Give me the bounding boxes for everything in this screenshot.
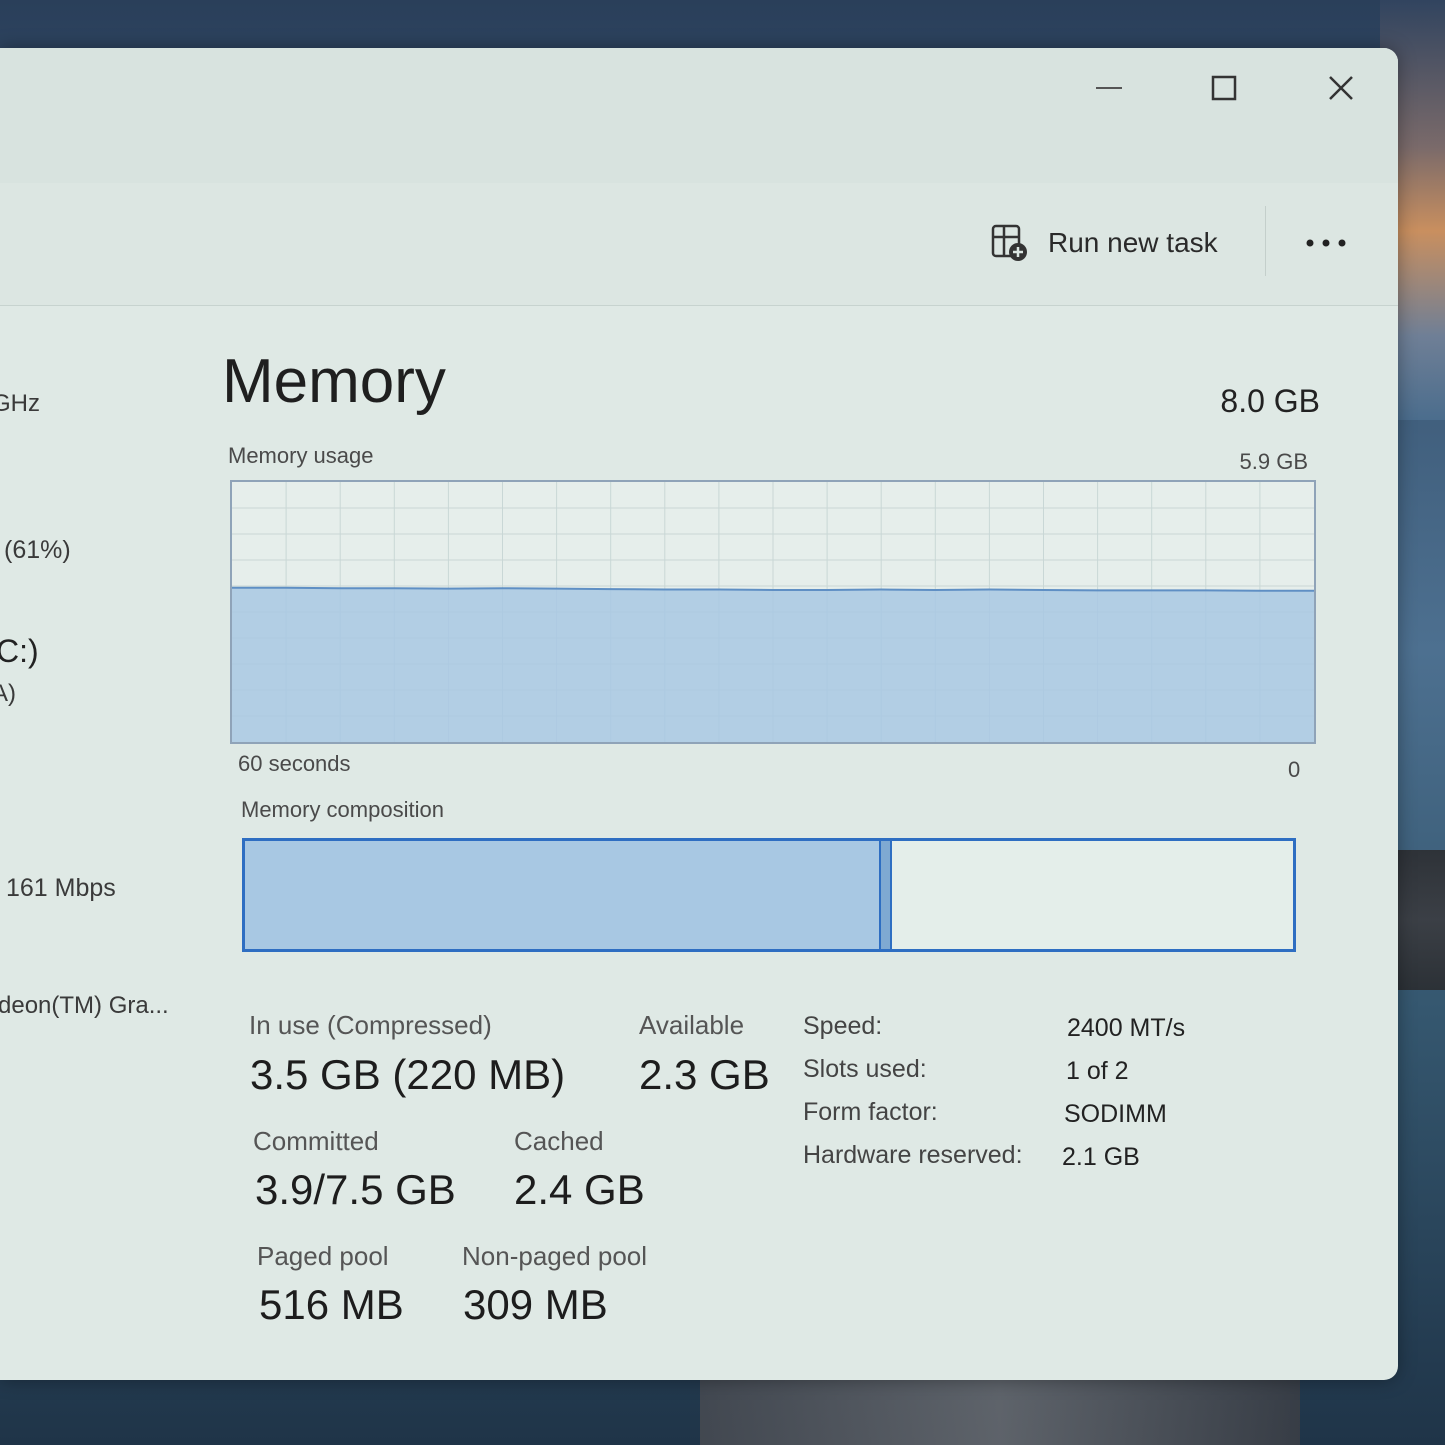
speed-label: Speed: bbox=[803, 1012, 883, 1040]
cached-value: 2.4 GB bbox=[514, 1166, 645, 1213]
memory-composition-label: Memory composition bbox=[241, 797, 444, 822]
paged-pool-value: 516 MB bbox=[259, 1281, 404, 1328]
composition-in-use[interactable] bbox=[245, 841, 880, 949]
paged-pool-label: Paged pool bbox=[257, 1241, 389, 1271]
sidebar-gpu-name[interactable]: deon(TM) Gra... bbox=[0, 992, 169, 1020]
run-task-icon bbox=[991, 224, 1027, 261]
slots-used-label: Slots used: bbox=[803, 1055, 927, 1083]
non-paged-pool-label: Non-paged pool bbox=[462, 1241, 648, 1271]
speed-value: 2400 MT/s bbox=[1067, 1014, 1186, 1042]
maximize-button[interactable] bbox=[1189, 68, 1259, 108]
composition-standby[interactable] bbox=[891, 841, 1293, 949]
memory-composition-bar bbox=[242, 838, 1296, 952]
composition-modified[interactable] bbox=[879, 841, 892, 949]
task-manager-window: Run new task GHz (61%) C:) A) 161 Mbps d… bbox=[0, 48, 1398, 1380]
available-label: Available bbox=[639, 1010, 745, 1040]
run-new-task-button[interactable]: Run new task bbox=[990, 218, 1218, 268]
page-title: Memory bbox=[222, 347, 446, 416]
sidebar-disk-name[interactable]: C:) bbox=[0, 633, 39, 670]
committed-value: 3.9/7.5 GB bbox=[255, 1166, 456, 1213]
hardware-reserved-label: Hardware reserved: bbox=[803, 1141, 1023, 1169]
memory-usage-graph bbox=[230, 480, 1316, 744]
cached-label: Cached bbox=[514, 1126, 604, 1156]
memory-usage-chart bbox=[232, 482, 1314, 742]
more-options-button[interactable] bbox=[1300, 223, 1352, 263]
committed-label: Committed bbox=[253, 1126, 379, 1156]
sidebar-cpu-speed[interactable]: GHz bbox=[0, 390, 40, 418]
memory-usage-max: 5.9 GB bbox=[1239, 449, 1308, 474]
total-memory: 8.0 GB bbox=[1220, 383, 1320, 419]
form-factor-label: Form factor: bbox=[803, 1098, 938, 1126]
sidebar-memory-usage[interactable]: (61%) bbox=[4, 536, 71, 565]
available-value: 2.3 GB bbox=[639, 1051, 770, 1098]
form-factor-value: SODIMM bbox=[1064, 1100, 1167, 1128]
sidebar-disk-type[interactable]: A) bbox=[0, 680, 16, 708]
title-bar bbox=[0, 48, 1398, 184]
minimize-button[interactable] bbox=[1075, 68, 1145, 108]
memory-usage-label: Memory usage bbox=[228, 443, 374, 468]
run-new-task-label: Run new task bbox=[1048, 227, 1218, 258]
non-paged-pool-value: 309 MB bbox=[463, 1281, 608, 1328]
in-use-label: In use (Compressed) bbox=[249, 1010, 492, 1040]
in-use-value: 3.5 GB (220 MB) bbox=[250, 1051, 566, 1098]
toolbar-divider bbox=[1265, 206, 1266, 276]
more-icon bbox=[1306, 239, 1346, 247]
hardware-reserved-value: 2.1 GB bbox=[1062, 1143, 1140, 1171]
sidebar-network-speed[interactable]: 161 Mbps bbox=[6, 874, 116, 903]
minimize-icon bbox=[1096, 87, 1122, 89]
slots-used-value: 1 of 2 bbox=[1066, 1057, 1129, 1085]
time-axis-zero: 0 bbox=[1288, 757, 1301, 782]
close-icon bbox=[1329, 76, 1353, 100]
maximize-icon bbox=[1211, 75, 1237, 101]
time-axis-label: 60 seconds bbox=[238, 751, 351, 776]
close-button[interactable] bbox=[1306, 68, 1376, 108]
memory-usage-area bbox=[232, 587, 1314, 742]
desktop-background-bottom bbox=[700, 1375, 1300, 1445]
